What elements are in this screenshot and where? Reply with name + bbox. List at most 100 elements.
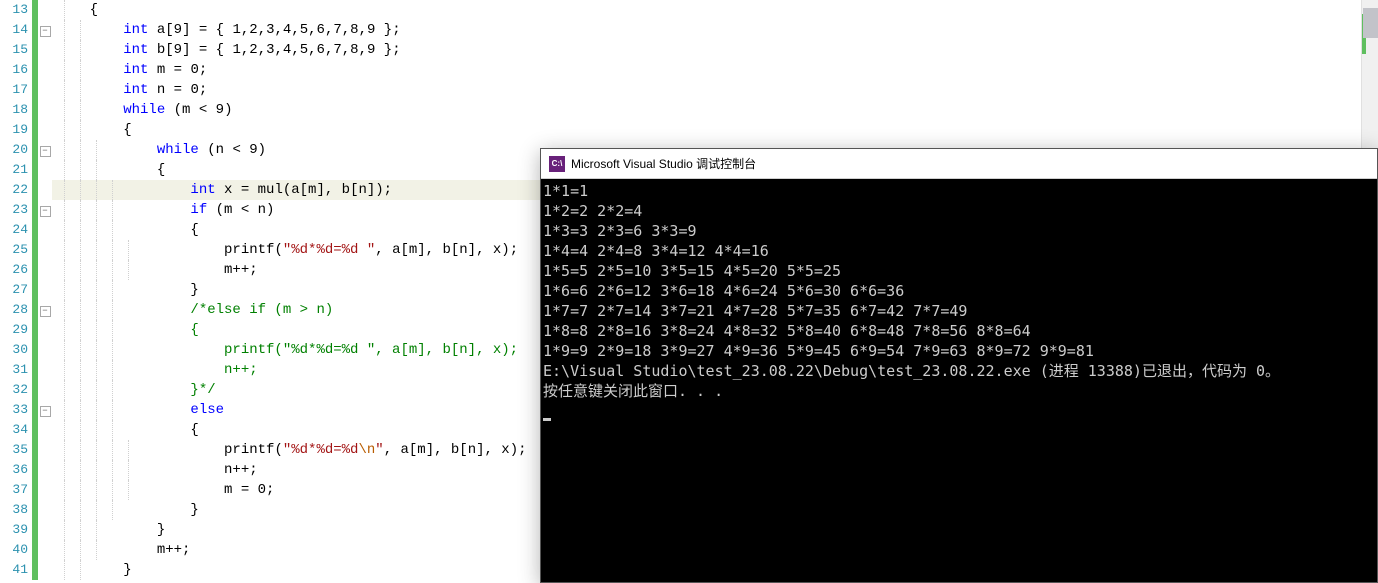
code-token: m++; <box>224 262 258 278</box>
code-line[interactable]: while (m < 9) <box>52 100 1378 120</box>
line-number: 32 <box>0 380 28 400</box>
code-token: "%d*%d=%d " <box>283 242 375 258</box>
fold-cell[interactable] <box>38 240 52 260</box>
fold-cell[interactable] <box>38 120 52 140</box>
code-token: 8 <box>350 22 358 38</box>
code-line[interactable]: { <box>52 0 1378 20</box>
fold-cell[interactable] <box>38 180 52 200</box>
indent-guide <box>128 260 129 280</box>
fold-cell[interactable] <box>38 340 52 360</box>
fold-cell[interactable]: − <box>38 400 52 420</box>
fold-cell[interactable] <box>38 220 52 240</box>
fold-cell[interactable] <box>38 100 52 120</box>
fold-cell[interactable] <box>38 280 52 300</box>
indent-guide <box>80 120 81 140</box>
fold-toggle-icon[interactable]: − <box>40 406 51 417</box>
indent-guide <box>128 480 129 500</box>
fold-column[interactable]: − − − − − <box>38 0 52 583</box>
debug-console-window[interactable]: C:\ Microsoft Visual Studio 调试控制台 1*1=11… <box>540 148 1378 583</box>
code-token: 3 <box>266 22 274 38</box>
indent-guide <box>64 460 65 480</box>
fold-cell[interactable] <box>38 60 52 80</box>
code-token: (n < <box>199 142 249 158</box>
fold-cell[interactable] <box>38 80 52 100</box>
code-line[interactable]: { <box>52 120 1378 140</box>
fold-cell[interactable] <box>38 520 52 540</box>
fold-toggle-icon[interactable]: − <box>40 146 51 157</box>
fold-toggle-icon[interactable]: − <box>40 306 51 317</box>
indent-guide <box>80 100 81 120</box>
code-line[interactable]: int b[9] = { 1,2,3,4,5,6,7,8,9 }; <box>52 40 1378 60</box>
code-token: { <box>190 322 198 338</box>
indent-guide <box>128 240 129 260</box>
indent-guide <box>64 120 65 140</box>
fold-cell[interactable]: − <box>38 140 52 160</box>
indent-guide <box>80 240 81 260</box>
fold-cell[interactable] <box>38 160 52 180</box>
fold-toggle-icon[interactable]: − <box>40 26 51 37</box>
indent-guide <box>64 20 65 40</box>
fold-cell[interactable] <box>38 380 52 400</box>
code-token: /*else if (m > n) <box>190 302 333 318</box>
indent-guide <box>96 440 97 460</box>
fold-cell[interactable] <box>38 460 52 480</box>
indent-guide <box>80 160 81 180</box>
code-token: 9 <box>174 22 182 38</box>
fold-cell[interactable] <box>38 480 52 500</box>
fold-cell[interactable] <box>38 320 52 340</box>
code-token: , <box>342 22 350 38</box>
indent-guide <box>64 440 65 460</box>
code-line[interactable]: int n = 0; <box>52 80 1378 100</box>
code-token: ] = { <box>182 42 232 58</box>
fold-toggle-icon[interactable]: − <box>40 206 51 217</box>
fold-cell[interactable] <box>38 500 52 520</box>
code-token: { <box>190 222 198 238</box>
code-token: 0 <box>258 482 266 498</box>
code-line[interactable]: int m = 0; <box>52 60 1378 80</box>
fold-cell[interactable] <box>38 0 52 20</box>
indent-guide <box>80 60 81 80</box>
code-token: b[ <box>148 42 173 58</box>
indent-guide <box>80 260 81 280</box>
line-number: 17 <box>0 80 28 100</box>
indent-guide <box>96 280 97 300</box>
fold-cell[interactable] <box>38 560 52 580</box>
indent-guide <box>96 260 97 280</box>
fold-cell[interactable] <box>38 40 52 60</box>
indent-guide <box>96 220 97 240</box>
code-token: " <box>375 442 383 458</box>
fold-cell[interactable]: − <box>38 200 52 220</box>
code-token: ) <box>258 142 266 158</box>
indent-guide <box>112 300 113 320</box>
code-token: while <box>157 142 199 158</box>
scrollbar-thumb[interactable] <box>1363 8 1378 38</box>
indent-guide <box>64 320 65 340</box>
line-number: 37 <box>0 480 28 500</box>
code-token: 1 <box>232 22 240 38</box>
fold-cell[interactable] <box>38 540 52 560</box>
fold-cell[interactable]: − <box>38 300 52 320</box>
indent-guide <box>80 20 81 40</box>
code-token: n++; <box>190 362 257 378</box>
fold-cell[interactable] <box>38 440 52 460</box>
code-token: int <box>190 182 215 198</box>
indent-guide <box>80 500 81 520</box>
code-token: { <box>123 122 131 138</box>
fold-cell[interactable] <box>38 360 52 380</box>
indent-guide <box>80 560 81 580</box>
code-line[interactable]: int a[9] = { 1,2,3,4,5,6,7,8,9 }; <box>52 20 1378 40</box>
console-line: 1*5=5 2*5=10 3*5=15 4*5=20 5*5=25 <box>543 261 1375 281</box>
code-token: , <box>291 22 299 38</box>
indent-guide <box>96 340 97 360</box>
fold-cell[interactable] <box>38 260 52 280</box>
fold-cell[interactable] <box>38 420 52 440</box>
console-titlebar[interactable]: C:\ Microsoft Visual Studio 调试控制台 <box>541 149 1377 179</box>
indent-guide <box>96 180 97 200</box>
code-token: 7 <box>333 22 341 38</box>
indent-guide <box>96 160 97 180</box>
fold-cell[interactable]: − <box>38 20 52 40</box>
indent-guide <box>64 220 65 240</box>
console-line: 1*6=6 2*6=12 3*6=18 4*6=24 5*6=30 6*6=36 <box>543 281 1375 301</box>
code-token: , <box>359 42 367 58</box>
indent-guide <box>64 40 65 60</box>
